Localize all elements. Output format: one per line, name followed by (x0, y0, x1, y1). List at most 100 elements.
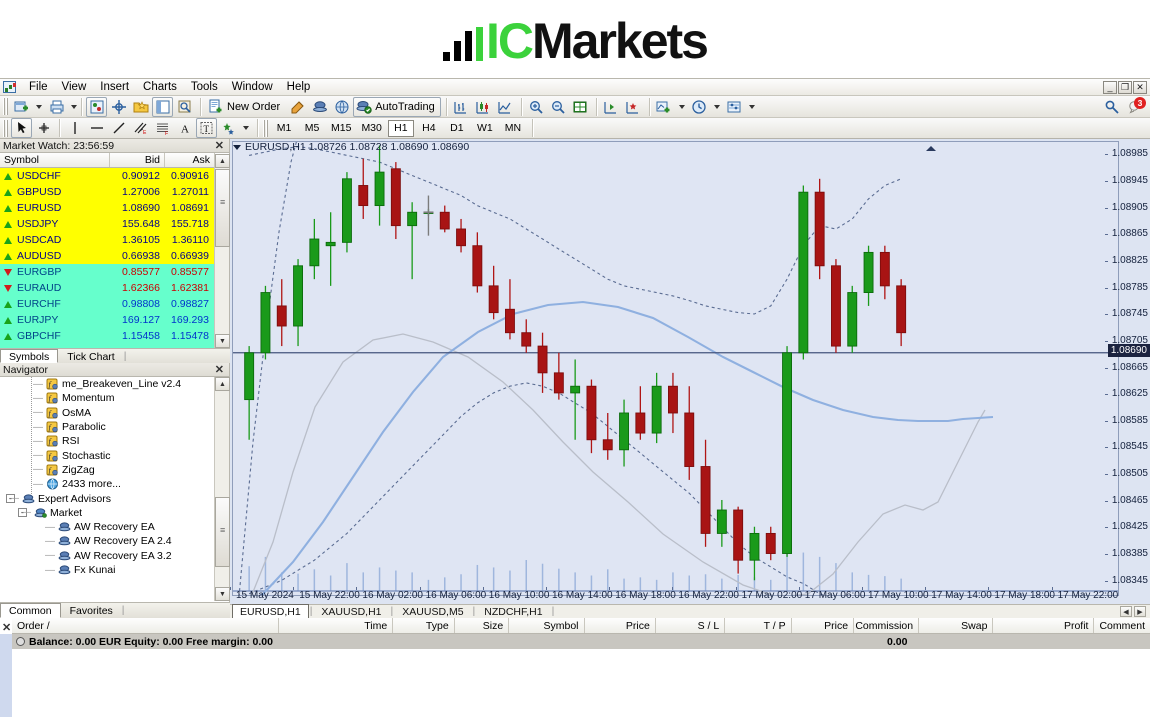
navigator-item[interactable]: — Fx Kunai (0, 563, 214, 577)
chart-tab-eurusd-h1[interactable]: EURUSD,H1 (232, 604, 309, 619)
scroll-right-icon[interactable]: ▶ (1134, 606, 1146, 617)
mql5-community-icon[interactable] (331, 97, 352, 117)
menu-item-view[interactable]: View (55, 80, 94, 94)
cursor-icon[interactable] (11, 118, 32, 138)
chart-canvas[interactable] (232, 141, 1119, 596)
draw-shapes-dropdown-icon[interactable] (243, 126, 249, 130)
print-dropdown-icon[interactable] (71, 104, 77, 109)
crosshair-icon[interactable] (33, 118, 54, 138)
navigator-scrollbar[interactable]: ▲ ▼ (214, 377, 230, 601)
navigator-item[interactable]: — f ZigZag (0, 463, 214, 477)
terminal-icon[interactable] (152, 96, 173, 117)
market-watch-row[interactable]: EURJPY 169.127 169.293 (0, 312, 214, 328)
chart-scroll-marker[interactable] (926, 146, 936, 151)
indicators-icon[interactable] (654, 97, 675, 117)
timeframe-m15[interactable]: M15 (327, 120, 355, 137)
market-watch-row[interactable]: EURGBP 0.85577 0.85577 (0, 264, 214, 280)
close-icon[interactable]: ✕ (2, 621, 11, 634)
templates-dropdown-icon[interactable] (748, 104, 755, 109)
column-header-price2[interactable]: Price (792, 618, 855, 633)
candlestick-chart-icon[interactable] (473, 97, 494, 117)
trendline-icon[interactable] (108, 118, 129, 138)
draw-shapes-icon[interactable] (218, 118, 239, 138)
print-icon[interactable] (46, 97, 67, 117)
market-watch-row[interactable]: GBPCHF 1.15458 1.15478 (0, 328, 214, 344)
zoom-in-icon[interactable] (526, 97, 547, 117)
tab-tick-chart[interactable]: Tick Chart (58, 349, 123, 363)
scroll-down-icon[interactable]: ▼ (215, 334, 230, 348)
periods-icon[interactable] (689, 97, 710, 117)
timeframe-m5[interactable]: M5 (299, 120, 325, 137)
timeframe-d1[interactable]: D1 (444, 120, 470, 137)
column-header-ask[interactable]: Ask (165, 153, 215, 167)
indicators-dropdown-icon[interactable] (678, 104, 685, 109)
new-chart-dropdown-icon[interactable] (36, 104, 42, 109)
scroll-left-icon[interactable]: ◀ (1120, 606, 1132, 617)
timeframes-grip[interactable] (263, 119, 268, 137)
navigator-item[interactable]: — f OsMA (0, 406, 214, 420)
timeframe-mn[interactable]: MN (500, 120, 526, 137)
navigator-item[interactable]: — f Stochastic (0, 448, 214, 462)
chart-tab-xauusd-m5[interactable]: XAUUSD,M5 (394, 604, 471, 619)
new-order-button[interactable]: New Order (205, 97, 286, 117)
navigator-item[interactable]: — 2433 more... (0, 477, 214, 491)
market-watch-row[interactable]: EURAUD 1.62366 1.62381 (0, 280, 214, 296)
column-header-comment[interactable]: Comment (1094, 618, 1150, 633)
scrollbar-thumb[interactable] (215, 497, 230, 567)
new-chart-icon[interactable] (11, 97, 32, 117)
close-icon[interactable]: ✕ (213, 139, 226, 152)
menu-item-charts[interactable]: Charts (136, 80, 184, 94)
timeframe-m1[interactable]: M1 (271, 120, 297, 137)
tab-symbols[interactable]: Symbols (0, 349, 59, 363)
chart-shift-icon[interactable] (601, 97, 622, 117)
timeframe-h1[interactable]: H1 (387, 119, 414, 137)
scroll-up-icon[interactable]: ▲ (215, 377, 230, 391)
zoom-out-icon[interactable] (548, 97, 569, 117)
timeframe-m30[interactable]: M30 (357, 120, 385, 137)
column-header-profit[interactable]: Profit (993, 618, 1095, 633)
line-chart-icon[interactable] (495, 97, 516, 117)
menu-item-file[interactable]: File (22, 80, 55, 94)
close-button[interactable]: ✕ (1133, 81, 1147, 94)
column-header-size[interactable]: Size (455, 618, 510, 633)
equidistant-channel-icon[interactable]: E (130, 118, 151, 138)
column-header-time[interactable]: Time (279, 618, 394, 633)
scroll-down-icon[interactable]: ▼ (215, 587, 230, 601)
navigator-item[interactable]: — f Momentum (0, 391, 214, 405)
search-icon[interactable] (1104, 99, 1120, 115)
market-watch-icon[interactable] (86, 96, 107, 117)
menu-item-help[interactable]: Help (280, 80, 318, 94)
column-header-symbol[interactable]: Symbol (0, 153, 110, 167)
column-header-price[interactable]: Price (585, 618, 656, 633)
column-header-swap[interactable]: Swap (919, 618, 994, 633)
column-header-tp[interactable]: T / P (725, 618, 792, 633)
text-label-icon[interactable]: T (196, 118, 217, 138)
navigator-item[interactable]: — f Parabolic (0, 420, 214, 434)
scroll-up-icon[interactable]: ▲ (215, 154, 230, 168)
market-watch-row[interactable]: GBPUSD 1.27006 1.27011 (0, 184, 214, 200)
periods-dropdown-icon[interactable] (713, 104, 720, 109)
timeframe-h4[interactable]: H4 (416, 120, 442, 137)
market-watch-scrollbar[interactable]: ▲ ▼ (214, 154, 230, 348)
fibonacci-retracement-icon[interactable]: F (152, 118, 173, 138)
restore-button[interactable]: ❐ (1118, 81, 1132, 94)
bar-chart-icon[interactable] (451, 97, 472, 117)
navigator-item[interactable]: — AW Recovery EA 3.2 (0, 549, 214, 563)
column-header-type[interactable]: Type (393, 618, 455, 633)
market-watch-row[interactable]: AUDUSD 0.66938 0.66939 (0, 248, 214, 264)
autotrading-button[interactable]: AutoTrading (353, 96, 441, 117)
horizontal-line-icon[interactable] (86, 118, 107, 138)
timeframe-w1[interactable]: W1 (472, 120, 498, 137)
navigator-item[interactable]: — f RSI (0, 434, 214, 448)
tab-common[interactable]: Common (0, 603, 61, 618)
templates-icon[interactable] (724, 97, 745, 117)
column-header-bid[interactable]: Bid (110, 153, 165, 167)
chart-tab-nzdchf-h1[interactable]: NZDCHF,H1 (476, 604, 550, 619)
scrollbar-thumb[interactable] (215, 169, 230, 247)
column-header-sl[interactable]: S / L (656, 618, 726, 633)
text-icon[interactable]: A (174, 118, 195, 138)
metaeditor-icon[interactable] (287, 97, 308, 117)
market-watch-row[interactable]: EURCHF 0.98808 0.98827 (0, 296, 214, 312)
column-header-symbol[interactable]: Symbol (509, 618, 585, 633)
market-watch-row[interactable]: EURUSD 1.08690 1.08691 (0, 200, 214, 216)
